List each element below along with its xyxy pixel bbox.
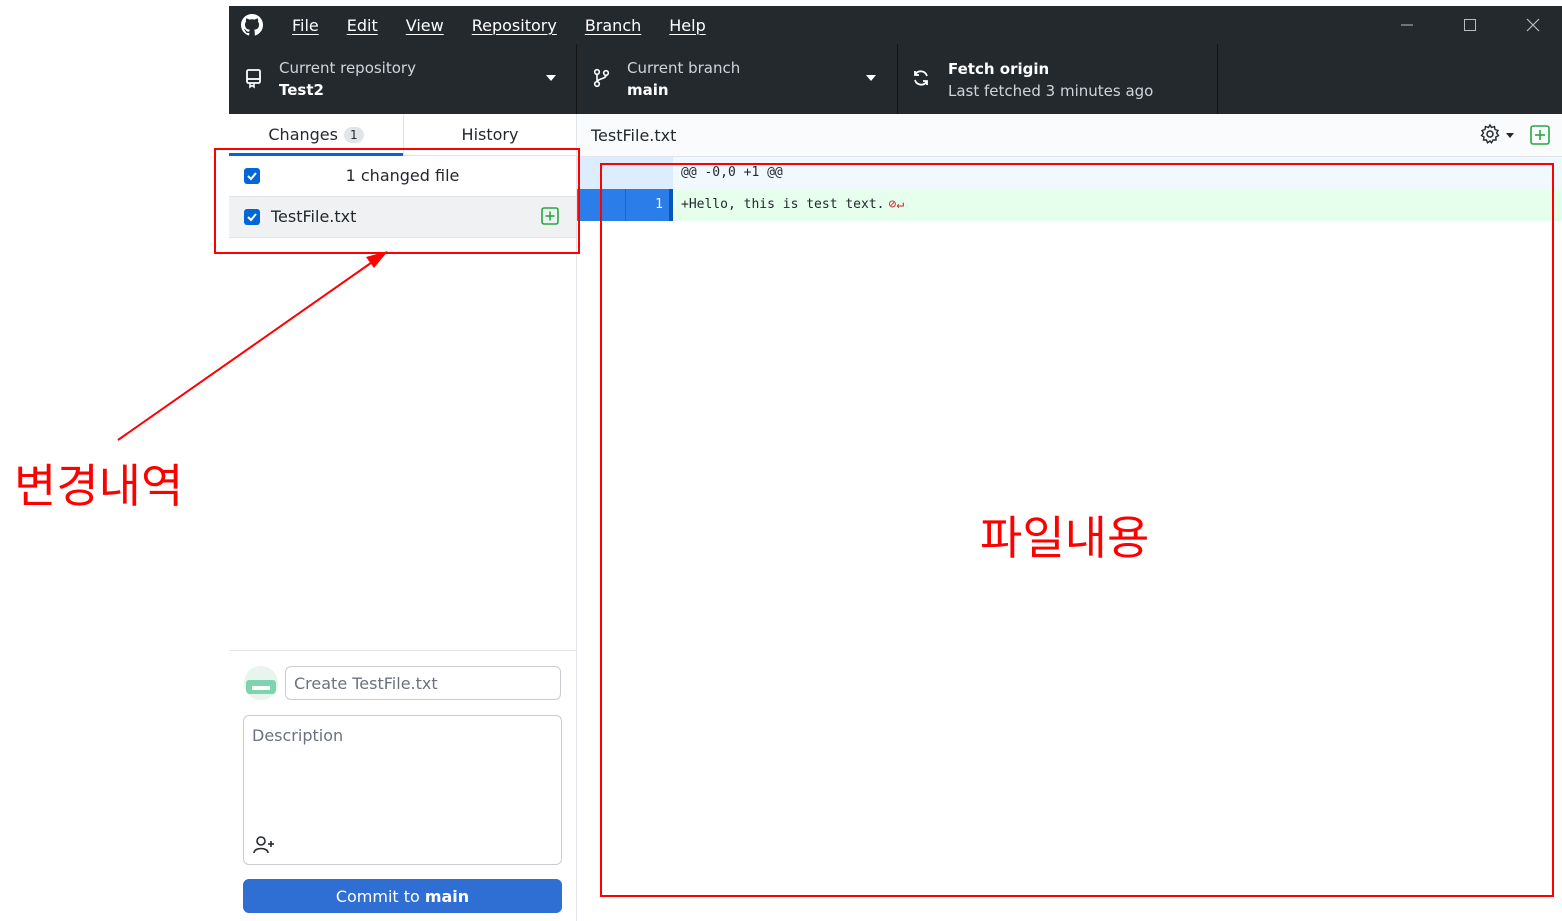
commit-button-prefix: Commit to <box>335 886 420 906</box>
chevron-down-icon <box>546 75 556 81</box>
github-logo-icon <box>241 14 263 36</box>
fetch-caption: Last fetched 3 minutes ago <box>948 82 1154 100</box>
avatar <box>244 666 278 700</box>
menu-file[interactable]: File <box>292 16 319 35</box>
current-branch-button[interactable]: Current branch main <box>577 44 898 114</box>
repository-name: Test2 <box>279 81 324 99</box>
diff-file-name: TestFile.txt <box>591 126 677 145</box>
content-annotation-label: 파일내용 <box>980 511 1150 565</box>
commit-button[interactable]: Commit to main <box>243 879 562 913</box>
sync-icon <box>914 70 928 86</box>
commit-summary-input[interactable] <box>285 666 561 700</box>
file-added-icon <box>1530 125 1550 145</box>
chevron-down-icon <box>866 75 876 81</box>
title-bar: File Edit View Repository Branch Help <box>229 6 1562 44</box>
toolbar: Current repository Test2 Current branch … <box>229 44 1562 114</box>
repository-icon <box>246 69 261 89</box>
menu-bar: File Edit View Repository Branch Help <box>279 6 734 44</box>
maximize-button[interactable] <box>1439 6 1501 44</box>
maximize-icon <box>1464 19 1476 31</box>
add-coauthor-icon[interactable] <box>252 834 276 856</box>
tab-changes-label: Changes <box>268 125 338 144</box>
commit-description-box <box>243 715 562 865</box>
commit-button-branch: main <box>424 886 470 906</box>
menu-help[interactable]: Help <box>669 16 705 35</box>
tab-history-label: History <box>461 125 519 144</box>
user-avatar-icon <box>244 666 278 700</box>
changes-count-badge: 1 <box>343 126 364 143</box>
minimize-icon <box>1401 24 1413 26</box>
current-repository-button[interactable]: Current repository Test2 <box>229 44 577 114</box>
fetch-origin-button[interactable]: Fetch origin Last fetched 3 minutes ago <box>898 44 1218 114</box>
commit-form: Commit to main <box>229 650 576 921</box>
commit-description-input[interactable] <box>244 716 561 826</box>
chevron-down-icon[interactable] <box>1506 133 1514 138</box>
branch-caption: Current branch <box>627 59 741 77</box>
fetch-title: Fetch origin <box>948 60 1050 78</box>
diff-header: TestFile.txt <box>577 114 1562 157</box>
minimize-button[interactable] <box>1376 6 1438 44</box>
changes-highlight-box <box>214 148 580 254</box>
gear-icon[interactable] <box>1479 123 1501 145</box>
menu-branch[interactable]: Branch <box>585 16 641 35</box>
close-icon <box>1526 18 1540 32</box>
changes-annotation-label: 변경내역 <box>14 459 184 513</box>
repository-caption: Current repository <box>279 59 416 77</box>
menu-repository[interactable]: Repository <box>472 16 557 35</box>
menu-view[interactable]: View <box>406 16 444 35</box>
menu-edit[interactable]: Edit <box>347 16 378 35</box>
close-button[interactable] <box>1502 6 1562 44</box>
branch-name: main <box>627 81 669 99</box>
branch-icon <box>593 68 610 88</box>
